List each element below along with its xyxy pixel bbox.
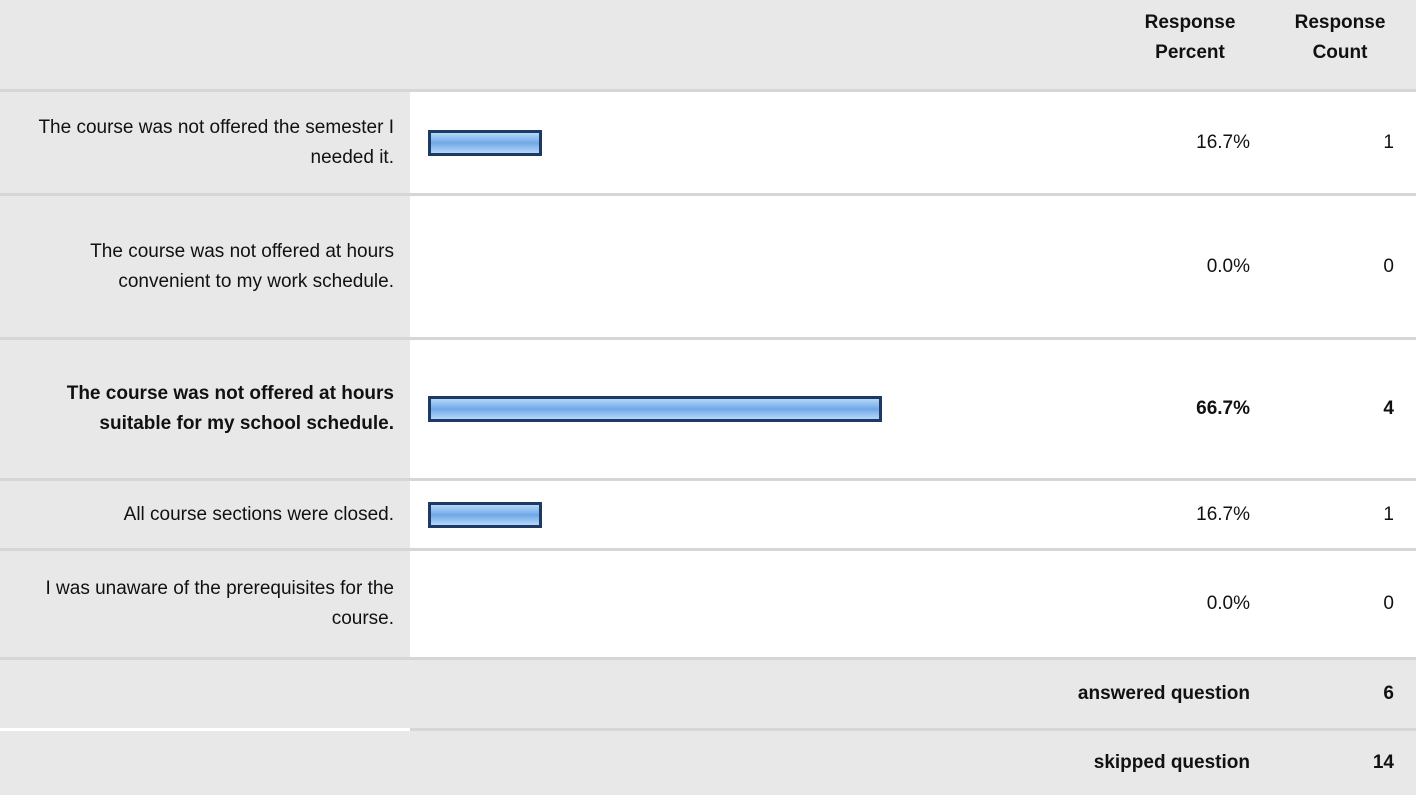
- table-row: The course was not offered the semester …: [0, 92, 1416, 193]
- skipped-question-label: skipped question: [1093, 752, 1250, 773]
- answer-label: The course was not offered the semester …: [38, 116, 394, 168]
- response-count: 1: [1383, 503, 1394, 525]
- answer-label: The course was not offered at hours suit…: [66, 383, 394, 434]
- response-count-header-line1: Response: [1294, 12, 1386, 33]
- response-percent: 16.7%: [1196, 131, 1250, 153]
- response-percent: 16.7%: [1196, 503, 1250, 525]
- response-percent-header-line1: Response: [1144, 12, 1236, 33]
- answer-cell: The course was not offered at hours conv…: [0, 196, 410, 337]
- answer-cell: I was unaware of the prerequisites for t…: [0, 551, 410, 657]
- survey-results-table: Response Percent Response Count The cour…: [0, 0, 1416, 795]
- response-bar: [428, 396, 882, 422]
- response-count-header: Response Count: [1280, 8, 1400, 68]
- answer-label: I was unaware of the prerequisites for t…: [45, 578, 394, 629]
- answered-question-label: answered question: [1077, 683, 1250, 704]
- response-count: 1: [1383, 131, 1394, 153]
- answered-question-value: 6: [1383, 683, 1394, 704]
- table-row: All course sections were closed. 16.7% 1: [0, 481, 1416, 548]
- response-count: 4: [1383, 398, 1394, 419]
- skipped-question-row: skipped question 14: [0, 731, 1416, 795]
- response-count: 0: [1383, 255, 1394, 277]
- response-count: 0: [1383, 593, 1394, 614]
- answered-question-row: answered question 6: [0, 660, 1416, 728]
- answer-cell: All course sections were closed.: [0, 481, 410, 548]
- response-bar: [428, 129, 542, 156]
- table-row: The course was not offered at hours suit…: [0, 340, 1416, 478]
- response-percent: 66.7%: [1196, 398, 1250, 419]
- table-row: I was unaware of the prerequisites for t…: [0, 551, 1416, 657]
- response-percent-header: Response Percent: [1130, 8, 1250, 68]
- answer-label: The course was not offered at hours conv…: [90, 240, 394, 292]
- response-percent-header-line2: Percent: [1155, 42, 1225, 63]
- table-header: Response Percent Response Count: [0, 0, 1416, 89]
- skipped-question-value: 14: [1372, 752, 1394, 773]
- response-percent: 0.0%: [1206, 255, 1250, 277]
- answer-cell: The course was not offered the semester …: [0, 92, 410, 193]
- answer-cell: The course was not offered at hours suit…: [0, 340, 410, 478]
- table-row: The course was not offered at hours conv…: [0, 196, 1416, 337]
- response-bar: [428, 501, 542, 528]
- response-count-header-line2: Count: [1312, 42, 1368, 63]
- response-percent: 0.0%: [1206, 593, 1250, 614]
- answer-label: All course sections were closed.: [123, 503, 394, 525]
